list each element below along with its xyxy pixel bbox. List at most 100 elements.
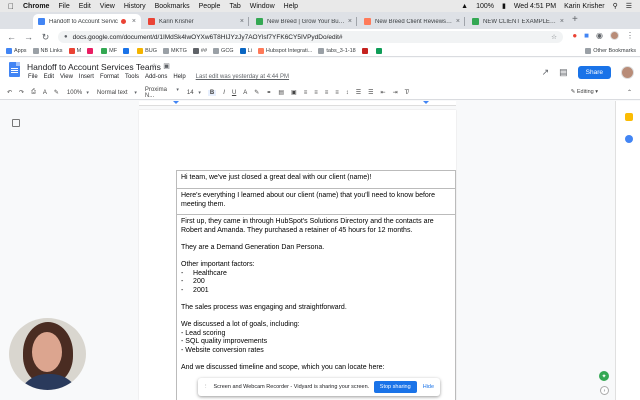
table-row[interactable]: Hi team, we've just closed a great deal … [177,171,455,189]
font-size-select[interactable]: 14 [187,90,201,96]
bookmark-other[interactable]: Other Bookmarks [582,47,636,54]
numbered-list-icon[interactable]: ☰ [356,89,361,96]
comment-icon[interactable]: ▤ [278,89,284,96]
bookmark-mf[interactable]: MF [101,47,117,54]
table-row[interactable]: Here's everything I learned about our cl… [177,189,455,215]
new-tab-plus-icon[interactable]: + [572,14,578,25]
bookmark-li[interactable]: Li [239,47,252,54]
hide-button[interactable]: Hide [423,384,434,390]
docs-menu-format[interactable]: Format [100,74,119,80]
menu-people[interactable]: People [199,3,221,10]
reload-icon[interactable]: ↻ [40,32,51,43]
account-avatar[interactable] [621,66,634,79]
tab-new-breed[interactable]: New Breed | Grow Your Busine × [251,14,357,29]
menu-window[interactable]: Window [250,3,275,10]
docs-menu-file[interactable]: File [28,74,38,80]
document-title[interactable]: Handoff to Account Services Teams [27,62,161,72]
forward-arrow-icon[interactable]: → [23,32,34,42]
print-icon[interactable]: ⎙ [31,89,36,96]
tab-karin-krisher[interactable]: Karin Krisher × [143,14,249,29]
right-indent-marker[interactable] [423,101,429,104]
redo-icon[interactable]: ↷ [19,89,24,96]
text-color-icon[interactable]: A [243,90,247,96]
docs-menu-help[interactable]: Help [173,74,185,80]
decrease-indent-icon[interactable]: ⇤ [381,89,386,96]
menu-file[interactable]: File [58,3,69,10]
bookmark-green[interactable] [375,47,384,54]
extension-icon[interactable]: ◉ [596,31,603,40]
profile-avatar[interactable] [610,31,619,40]
docs-logo-icon[interactable] [9,62,20,77]
bookmark-apps[interactable]: Apps [6,47,27,54]
editing-mode-select[interactable]: ✎ Editing ▾ [571,89,598,95]
docs-menu-addons[interactable]: Add-ons [145,74,167,80]
move-folder-icon[interactable]: ▣ [163,62,170,70]
bookmark-gcg[interactable]: GCG [213,47,234,54]
back-arrow-icon[interactable]: ← [6,32,17,42]
bookmark-red[interactable] [361,47,370,54]
clear-format-icon[interactable]: T̸ [405,90,409,96]
search-icon[interactable]: ⚲ [613,2,618,10]
menu-edit[interactable]: Edit [79,3,91,10]
bold-icon[interactable]: B [207,89,217,96]
extension-record-icon[interactable]: ● [572,31,577,40]
menu-list-icon[interactable]: ☰ [626,2,632,10]
table-row[interactable]: First up, they came in through HubSpot's… [177,215,455,400]
app-menu-chrome[interactable]: Chrome [23,3,49,10]
explore-icon[interactable]: ✦ [599,371,609,381]
wifi-icon[interactable]: ▲ [461,3,468,10]
webcam-bubble[interactable] [9,318,86,390]
clock[interactable]: Wed 4:51 PM [514,3,556,10]
italic-icon[interactable]: I [223,90,225,96]
align-justify-icon[interactable]: ≡ [335,90,339,96]
line-spacing-icon[interactable]: ↕ [346,90,349,96]
bookmark-nb-links[interactable]: NB Links [32,47,63,54]
close-icon[interactable]: × [129,18,136,25]
bulleted-list-icon[interactable]: ☰ [368,89,373,96]
bookmark-mktg[interactable]: MKTG [163,47,187,54]
align-center-icon[interactable]: ≡ [314,90,318,96]
image-icon[interactable]: ▣ [291,89,297,96]
close-icon[interactable]: × [557,18,564,25]
activity-trend-icon[interactable]: ↗ [542,67,550,78]
user-name[interactable]: Karin Krisher [564,3,604,10]
battery-icon[interactable]: ▮ [502,2,506,10]
tasks-icon[interactable] [625,135,633,143]
more-vert-icon[interactable]: ⋮ [626,31,634,40]
zoom-select[interactable]: 100% [67,90,89,96]
font-select[interactable]: Proxima N... [145,87,179,99]
menu-tab[interactable]: Tab [229,3,240,10]
menu-help[interactable]: Help [284,3,298,10]
stop-sharing-button[interactable]: Stop sharing [373,381,417,393]
outline-icon[interactable] [12,119,20,127]
tab-new-client-example[interactable]: NEW CLIENT EXAMPLE - Goo × [467,14,569,29]
bookmark-hubspot[interactable]: Hubspot Integrati... [257,47,312,54]
menu-view[interactable]: View [100,3,115,10]
docs-menu-view[interactable]: View [60,74,73,80]
extension-blue-icon[interactable]: ■ [584,31,589,40]
tab-handoff-doc[interactable]: Handoff to Account Servic × [33,14,141,29]
close-icon[interactable]: × [453,18,460,25]
align-right-icon[interactable]: ≡ [325,90,329,96]
docs-menu-edit[interactable]: Edit [44,74,54,80]
last-edit-link[interactable]: Last edit was yesterday at 4:44 PM [196,74,289,80]
docs-menu-tools[interactable]: Tools [125,74,139,80]
undo-icon[interactable]: ↶ [7,89,12,96]
bookmark-pink[interactable] [87,47,95,54]
drag-handle-icon[interactable]: ⋮ [203,384,209,390]
bookmark-tabs[interactable]: tabs_3-1-18 [318,47,356,54]
share-button[interactable]: Share [577,66,611,79]
left-indent-marker[interactable] [173,101,179,104]
highlight-icon[interactable]: ✎ [254,89,259,96]
link-icon[interactable]: ⚭ [266,89,271,96]
bookmark-blue[interactable] [123,47,131,54]
menu-bookmarks[interactable]: Bookmarks [155,3,190,10]
increase-indent-icon[interactable]: ⇥ [393,89,398,96]
star-icon[interactable]: ☆ [151,62,157,70]
spellcheck-icon[interactable]: A [43,90,47,96]
side-panel-toggle-icon[interactable]: › [600,386,609,395]
underline-icon[interactable]: U [232,90,236,96]
bookmark-m[interactable]: M [68,47,81,54]
menu-history[interactable]: History [124,3,146,10]
bookmark-star-icon[interactable]: ☆ [551,33,557,41]
